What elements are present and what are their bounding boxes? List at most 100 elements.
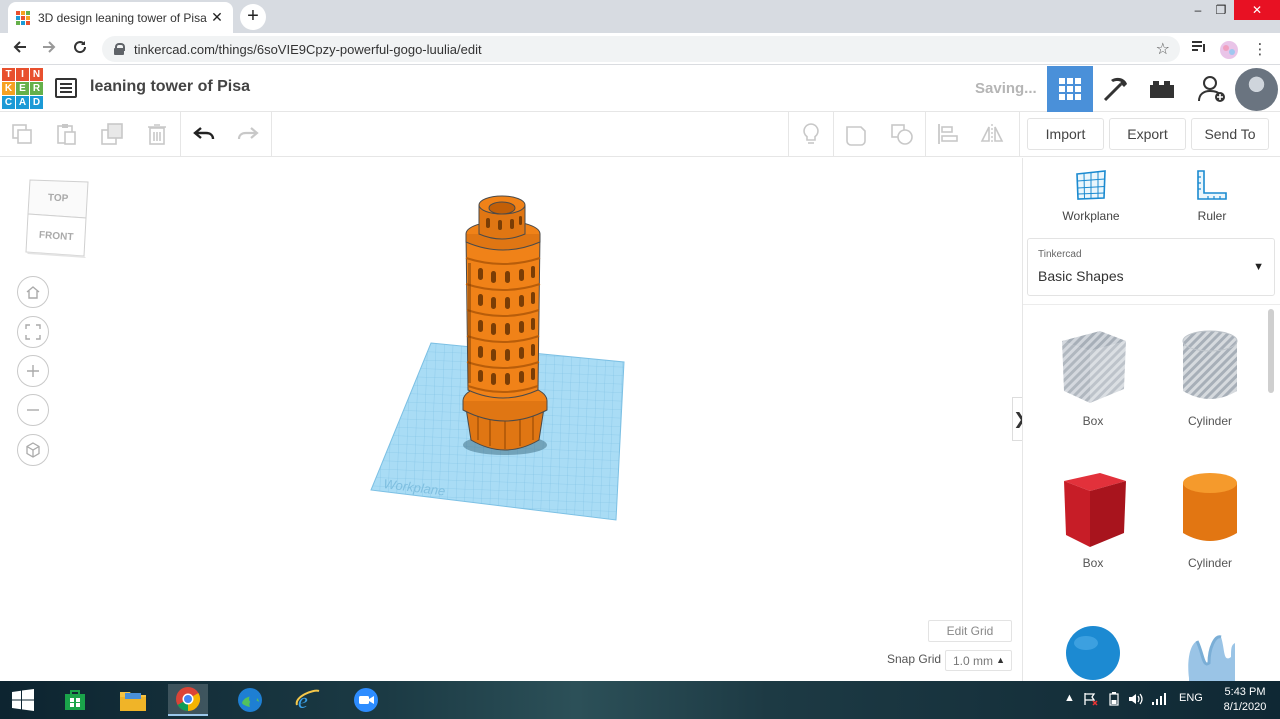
codeblocks-button[interactable]	[1093, 66, 1139, 112]
cylinder-hole-icon	[1182, 330, 1238, 399]
network-icon[interactable]	[1151, 692, 1167, 709]
shape-cylinder-hole[interactable]: Cylinder	[1165, 327, 1255, 428]
send-to-button[interactable]: Send To	[1191, 118, 1269, 150]
shape-box-hole[interactable]: Box	[1048, 327, 1138, 428]
forward-arrow-icon[interactable]	[38, 39, 60, 61]
ungroup-icon[interactable]	[888, 120, 916, 148]
tinkercad-logo[interactable]: T I N K E R C A D	[2, 68, 43, 109]
zoom-app-icon[interactable]	[346, 684, 386, 716]
redo-icon[interactable]	[234, 120, 262, 148]
workplane-tool[interactable]: Workplane	[1046, 168, 1136, 223]
logo-letter: C	[2, 96, 15, 109]
3d-view-button[interactable]	[1047, 66, 1093, 112]
shape-label: Box	[1082, 556, 1104, 570]
chrome-taskbar-icon[interactable]	[168, 684, 208, 716]
svg-text:e: e	[298, 688, 308, 713]
extension-icon[interactable]	[1219, 40, 1239, 60]
browser-tab[interactable]: 3D design leaning tower of Pisa | ✕	[8, 2, 233, 33]
show-hidden-icons[interactable]: ▲	[1064, 692, 1075, 704]
duplicate-icon[interactable]	[98, 120, 126, 148]
lock-icon	[114, 43, 125, 55]
battery-icon[interactable]	[1106, 692, 1122, 709]
internet-explorer-icon[interactable]: e	[288, 684, 328, 716]
shape-sphere[interactable]	[1048, 623, 1138, 681]
design-list-icon[interactable]	[55, 78, 77, 98]
tower-model[interactable]	[462, 195, 548, 451]
logo-letter: A	[16, 96, 29, 109]
cylinder-icon	[1183, 473, 1237, 541]
language-indicator[interactable]: ENG	[1179, 692, 1203, 704]
tab-close-icon[interactable]: ✕	[209, 9, 225, 26]
new-tab-button[interactable]: +	[240, 4, 266, 30]
window-close-button[interactable]: ✕	[1234, 0, 1280, 20]
logo-letter: R	[30, 82, 43, 95]
import-button[interactable]: Import	[1027, 118, 1104, 150]
edge-icon[interactable]	[230, 684, 270, 716]
workplane-tool-label: Workplane	[1062, 209, 1120, 223]
url-field[interactable]: tinkercad.com/things/6soVIE9Cpzy-powerfu…	[102, 36, 1180, 62]
shape-box[interactable]: Box	[1048, 469, 1138, 570]
toolbar-separator	[833, 112, 834, 157]
workplane-canvas[interactable]: TOP FRONT Workplane Edit Grid Snap Grid …	[0, 158, 1022, 681]
box-icon	[1064, 473, 1126, 547]
align-icon[interactable]	[934, 120, 962, 148]
file-explorer-icon[interactable]	[113, 684, 153, 716]
shape-library-dropdown[interactable]: Tinkercad Basic Shapes ▼	[1027, 238, 1275, 296]
edit-grid-button[interactable]: Edit Grid	[928, 620, 1012, 642]
bricks-button[interactable]	[1139, 66, 1185, 112]
panel-scrollbar[interactable]	[1268, 309, 1274, 393]
restore-button[interactable]: ❐	[1207, 0, 1235, 20]
copy-icon[interactable]	[8, 120, 36, 148]
notification-flag-icon[interactable]	[1083, 692, 1099, 709]
browser-tab-bar: 3D design leaning tower of Pisa | ✕ + – …	[0, 0, 1280, 33]
group-icon[interactable]	[843, 120, 871, 148]
mirror-icon[interactable]	[978, 120, 1006, 148]
toolbar-separator	[271, 112, 272, 157]
scene: Workplane	[370, 195, 625, 521]
snap-grid-select[interactable]: 1.0 mm ▲	[945, 650, 1012, 671]
library-source: Tinkercad	[1038, 249, 1082, 260]
toolbar-separator	[925, 112, 926, 157]
ruler-icon	[1197, 170, 1227, 200]
reload-icon[interactable]	[69, 39, 91, 61]
tinkercad-favicon-icon	[16, 10, 30, 25]
snap-grid-label: Snap Grid	[887, 652, 942, 666]
library-name: Basic Shapes	[1038, 268, 1124, 284]
export-button[interactable]: Export	[1109, 118, 1186, 150]
lightbulb-icon[interactable]	[797, 120, 825, 148]
shape-scribble[interactable]	[1165, 623, 1255, 681]
clock-date: 8/1/2020	[1223, 701, 1267, 713]
shape-cylinder[interactable]: Cylinder	[1165, 469, 1255, 570]
paste-icon[interactable]	[52, 120, 80, 148]
windows-taskbar: e ▲ ENG 5:43 PM 8/1/2020	[0, 681, 1280, 719]
bookmark-star-icon[interactable]: ☆	[1156, 39, 1170, 59]
shapes-panel: Workplane Ruler Tinkercad Basic Shapes ▼…	[1022, 158, 1280, 681]
workplane-icon	[1076, 170, 1106, 200]
ruler-tool-label: Ruler	[1197, 209, 1227, 223]
logo-letter: D	[30, 96, 43, 109]
user-avatar[interactable]	[1235, 68, 1278, 111]
shapes-grid: Box Cylinder Box Cylinder	[1023, 304, 1280, 681]
design-title[interactable]: leaning tower of Pisa	[90, 78, 250, 96]
system-clock[interactable]: 5:43 PM 8/1/2020	[1210, 685, 1280, 715]
media-controls-icon[interactable]	[1189, 40, 1209, 60]
shape-label: Cylinder	[1187, 414, 1232, 428]
shape-label: Cylinder	[1187, 556, 1232, 570]
shape-label: Box	[1082, 414, 1104, 428]
windows-start-icon[interactable]	[3, 684, 43, 716]
toolbar-separator	[1019, 112, 1020, 157]
delete-icon[interactable]	[143, 120, 171, 148]
store-icon[interactable]	[55, 684, 95, 716]
dropdown-caret-icon: ▼	[1253, 261, 1264, 273]
toolbar-separator	[180, 112, 181, 157]
address-bar: tinkercad.com/things/6soVIE9Cpzy-powerfu…	[0, 33, 1280, 65]
back-arrow-icon[interactable]	[9, 39, 31, 61]
add-user-button[interactable]	[1189, 66, 1235, 112]
logo-letter: T	[2, 68, 15, 81]
add-user-icon	[1198, 76, 1225, 102]
undo-icon[interactable]	[190, 120, 218, 148]
volume-icon[interactable]	[1128, 692, 1144, 709]
ruler-tool[interactable]: Ruler	[1167, 168, 1257, 223]
sphere-icon	[1066, 626, 1120, 680]
chrome-menu-icon[interactable]: ⋮	[1250, 40, 1270, 60]
